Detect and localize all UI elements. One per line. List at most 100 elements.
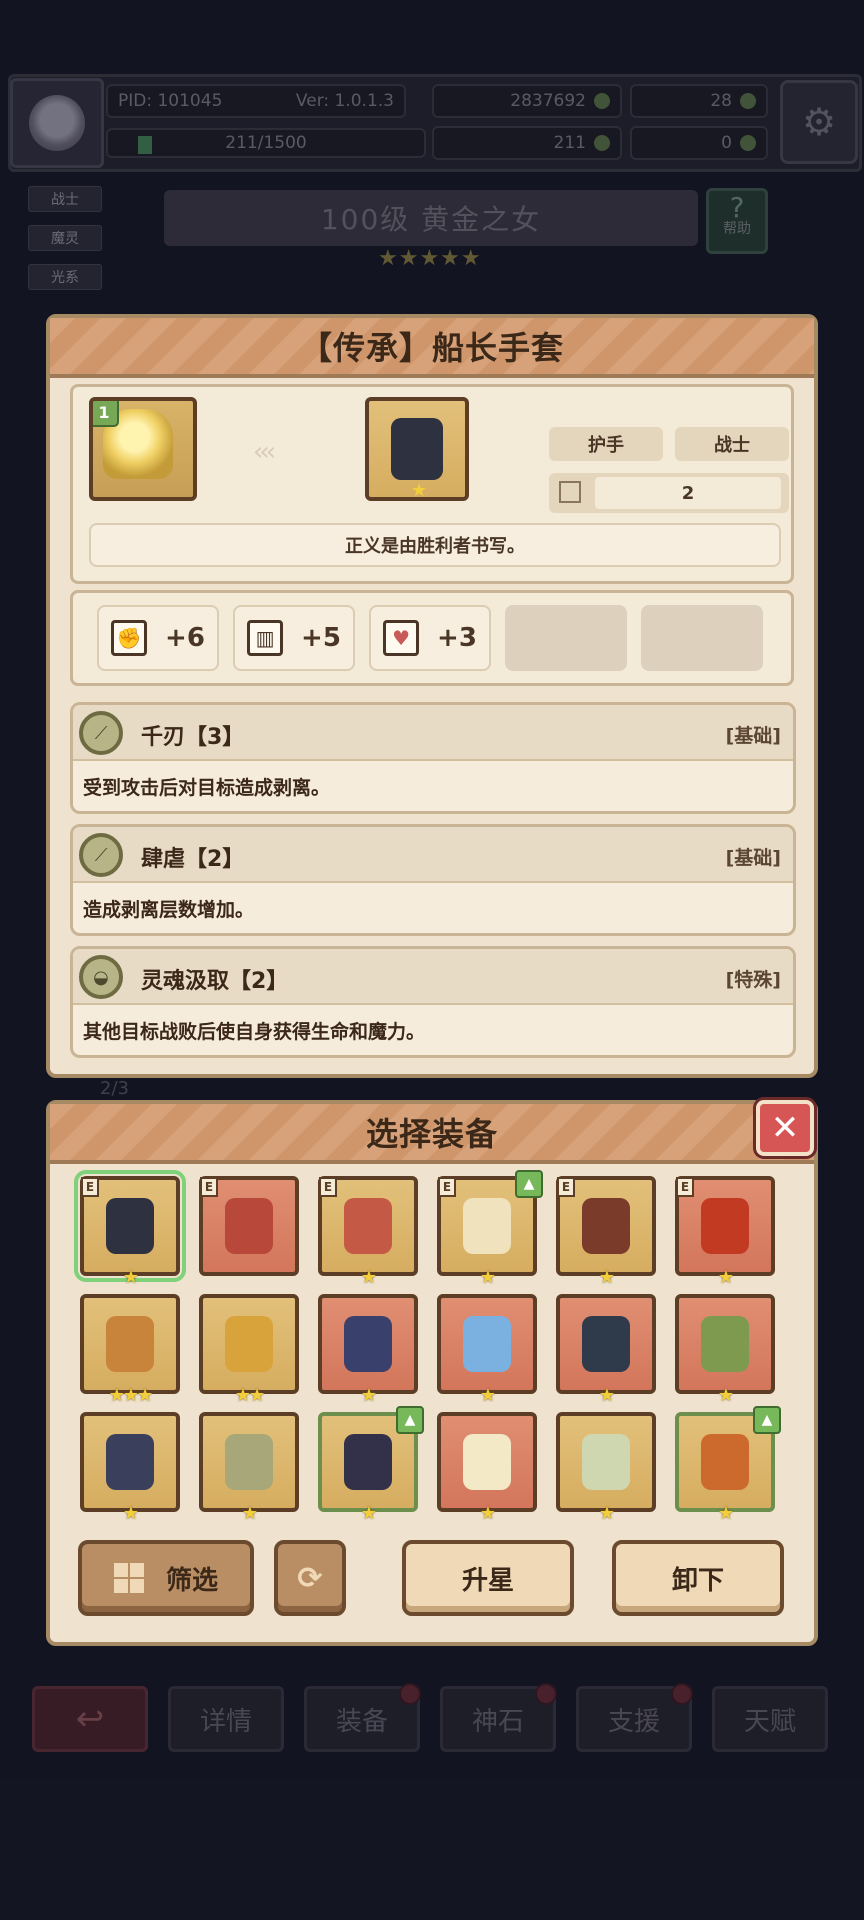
equipped-badge: E xyxy=(319,1177,337,1197)
hero-level-badge: 1 xyxy=(93,401,119,427)
item-portrait: ★ xyxy=(365,397,469,501)
equipment-stars: ★ xyxy=(122,1267,139,1288)
heart-icon: ♥ xyxy=(383,620,420,656)
skill-card: ◒ 灵魂汲取【2】 [特殊] 其他目标战败后使自身获得生命和魔力。 xyxy=(70,946,796,1058)
pid-text: PID: 101045 xyxy=(118,91,223,111)
transfer-arrows-icon: ‹‹‹ xyxy=(253,437,276,467)
count-row: 2 xyxy=(549,473,789,513)
select-equipment-title: 选择装备 xyxy=(365,1115,498,1153)
settings-gear-icon[interactable]: ⚙ xyxy=(780,80,858,164)
stat-magic: ▥ +5 xyxy=(233,605,355,671)
equipped-badge: E xyxy=(81,1177,99,1197)
skill-desc: 受到攻击后对目标造成剥离。 xyxy=(83,777,331,799)
equipment-stars: ★ xyxy=(479,1503,496,1524)
skill-card: ⟋ 肆虐【2】 [基础] 造成剥离层数增加。 xyxy=(70,824,796,936)
equipped-badge: E xyxy=(438,1177,456,1197)
equipment-slot[interactable]: ★ xyxy=(556,1412,656,1524)
book-icon: ▥ xyxy=(247,620,284,656)
equipment-slot[interactable]: ★★ xyxy=(199,1294,299,1406)
stat-magic-value: +5 xyxy=(301,623,341,653)
clover-value: 211 xyxy=(553,133,586,153)
equipment-icon xyxy=(701,1316,749,1372)
tab-equipment[interactable]: 装备 xyxy=(304,1683,421,1752)
equipment-slot[interactable]: ★ xyxy=(437,1412,537,1524)
count-value: 2 xyxy=(595,477,781,509)
equipment-slot[interactable]: E ▲ ★ xyxy=(437,1170,543,1288)
equipment-slot[interactable]: ★★★ xyxy=(80,1294,180,1406)
equipment-icon xyxy=(225,1434,273,1490)
stat-slot-empty xyxy=(505,605,627,671)
equipment-slot[interactable]: E ★ xyxy=(74,1170,186,1288)
help-label: 帮助 xyxy=(723,221,751,237)
skill-desc: 其他目标战败后使自身获得生命和魔力。 xyxy=(83,1021,426,1043)
equipment-icon xyxy=(106,1434,154,1490)
class-chip: 战士 xyxy=(675,427,789,461)
stat-slot-empty xyxy=(641,605,763,671)
equipment-icon xyxy=(463,1198,511,1254)
tab-god-stone[interactable]: 神石 xyxy=(440,1683,557,1752)
select-equipment-panel: 选择装备 E ★ E E ★ E ▲ ★ E ★ E ★ ★★★ ★★ ★ ★ ★ ★ ★ ★ ▲ ★ ★ ★ ▲ ★ 筛选 ⟳ … xyxy=(46,1100,818,1646)
unequip-button[interactable]: 卸下 xyxy=(612,1540,784,1616)
skill-type: [基础] xyxy=(725,847,781,869)
glove-icon xyxy=(391,418,443,480)
equipment-icon xyxy=(463,1434,511,1490)
notification-dot xyxy=(671,1683,693,1705)
select-equipment-header: 选择装备 xyxy=(50,1104,814,1164)
gold-counter: 2837692 xyxy=(432,84,622,118)
hero-title: 100级 黄金之女 xyxy=(320,203,542,236)
grid-icon xyxy=(113,1563,144,1593)
star-up-button[interactable]: 升星 xyxy=(402,1540,574,1616)
equipment-grid: E ★ E E ★ E ▲ ★ E ★ E ★ ★★★ ★★ ★ ★ ★ ★ ★ ★ ▲ ★ ★ ★ ▲ ★ xyxy=(74,1170,800,1536)
key-counter: 0 xyxy=(630,126,768,160)
equipment-icon xyxy=(344,1434,392,1490)
equipment-stars: ★ xyxy=(360,1385,377,1406)
equipment-stars: ★ xyxy=(598,1385,615,1406)
tab-support[interactable]: 支援 xyxy=(576,1683,693,1752)
equipment-stars: ★★ xyxy=(234,1385,265,1406)
back-button[interactable]: ↩ xyxy=(32,1686,148,1752)
close-icon[interactable]: ✕ xyxy=(756,1100,814,1156)
clover-counter: 211 xyxy=(432,126,622,160)
equipment-slot[interactable]: E ★ xyxy=(556,1176,656,1288)
item-title: 【传承】船长手套 xyxy=(299,329,564,367)
filter-label: 筛选 xyxy=(165,1565,218,1596)
stats-frame: ✊ +6 ▥ +5 ♥ +3 xyxy=(70,590,794,686)
equipment-slot[interactable]: ▲ ★ xyxy=(318,1406,424,1524)
equipment-slot[interactable]: E xyxy=(199,1176,299,1276)
equipment-slot[interactable]: E ★ xyxy=(675,1176,775,1288)
hero-portrait[interactable]: 1 xyxy=(89,397,197,501)
stat-attack: ✊ +6 xyxy=(97,605,219,671)
equipment-slot[interactable]: ★ xyxy=(80,1412,180,1524)
refresh-icon[interactable]: ⟳ xyxy=(274,1540,346,1616)
gem-counter: 28 xyxy=(630,84,768,118)
equipment-slot[interactable]: ★ xyxy=(437,1294,537,1406)
pid-bar: PID: 101045 Ver: 1.0.1.3 xyxy=(106,84,406,118)
skill-card: ⟋ 千刃【3】 [基础] 受到攻击后对目标造成剥离。 xyxy=(70,702,796,814)
flavor-text: 正义是由胜利者书写。 xyxy=(89,523,781,567)
equipped-badge: E xyxy=(200,1177,218,1197)
player-avatar[interactable] xyxy=(10,78,104,168)
equipment-icon xyxy=(344,1198,392,1254)
equipment-slot[interactable]: ★ xyxy=(199,1412,299,1524)
equipment-slot[interactable]: ★ xyxy=(556,1294,656,1406)
equipment-slot[interactable]: ▲ ★ xyxy=(675,1406,781,1524)
filter-button[interactable]: 筛选 xyxy=(78,1540,254,1616)
item-detail-panel: 【传承】船长手套 1 ‹‹‹ ★ 护手 战士 2 正义是由胜利者书写。 ✊ +6 … xyxy=(46,314,818,1078)
equipment-slot[interactable]: E ★ xyxy=(318,1176,418,1288)
stat-attack-value: +6 xyxy=(165,623,205,653)
equipment-stars: ★ xyxy=(598,1267,615,1288)
skill-blade-icon: ⟋ xyxy=(79,711,123,755)
equipment-icon xyxy=(106,1198,154,1254)
equipment-slot[interactable]: ★ xyxy=(318,1294,418,1406)
help-button[interactable]: ? 帮助 xyxy=(706,188,768,254)
equipment-stars: ★ xyxy=(717,1267,734,1288)
tab-talent[interactable]: 天赋 xyxy=(712,1686,828,1752)
tag-class: 战士 xyxy=(28,186,102,212)
tab-details[interactable]: 详情 xyxy=(168,1686,284,1752)
avatar-portrait xyxy=(29,95,85,151)
stat-health: ♥ +3 xyxy=(369,605,491,671)
skill-type: [特殊] xyxy=(725,969,781,991)
unequip-label: 卸下 xyxy=(671,1565,724,1596)
clover-icon xyxy=(594,135,610,151)
equipment-slot[interactable]: ★ xyxy=(675,1294,775,1406)
